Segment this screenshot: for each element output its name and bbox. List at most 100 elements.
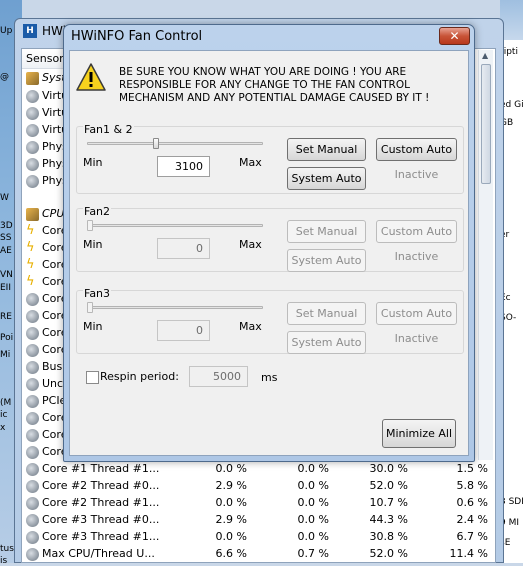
scrollbar-thumb[interactable] xyxy=(481,64,491,184)
lightning-icon: ϟ xyxy=(26,223,35,238)
sensor-icon xyxy=(26,293,39,306)
sensor-icon xyxy=(26,514,39,527)
sensor-value: 0.0 % xyxy=(297,479,329,492)
sensor-value: 6.6 % xyxy=(215,547,247,560)
sensor-value: 6.7 % xyxy=(456,530,488,543)
sensor-value: 0.0 % xyxy=(215,462,247,475)
slider-min-label: Min xyxy=(83,320,103,333)
close-button[interactable]: ✕ xyxy=(439,27,470,45)
sensor-value: 0.0 % xyxy=(297,462,329,475)
sensor-icon xyxy=(26,446,39,459)
slider-min-label: Min xyxy=(83,238,103,251)
sensor-value: 0.0 % xyxy=(215,530,247,543)
set-manual-button[interactable]: Set Manual xyxy=(287,138,366,161)
sensor-value: 11.4 % xyxy=(449,547,488,560)
sensor-row[interactable]: Core #3 Thread #0... 2.9 % 0.0 % 44.3 % 2.4 … xyxy=(22,512,492,529)
fan-slider-track[interactable] xyxy=(87,142,263,145)
sensor-value: 2.9 % xyxy=(215,479,247,492)
respin-checkbox[interactable] xyxy=(86,371,99,384)
sensor-value: 0.7 % xyxy=(297,547,329,560)
fan-slider-thumb[interactable] xyxy=(153,138,159,149)
slider-max-label: Max xyxy=(239,156,262,169)
sensor-row[interactable]: Core #2 Thread #0... 2.9 % 0.0 % 52.0 % 5.8 … xyxy=(22,478,492,495)
sensor-value: 0.0 % xyxy=(297,513,329,526)
sensor-name: Core #3 Thread #1... xyxy=(42,530,160,543)
sensor-row[interactable]: Max CPU/Thread U... 6.6 % 0.7 % 52.0 % 11.4 … xyxy=(22,546,492,563)
sensor-value: 0.0 % xyxy=(215,496,247,509)
sensor-name: Core #3 Thread #0... xyxy=(42,513,160,526)
fan-status-label: Inactive xyxy=(394,168,439,181)
sensor-icon xyxy=(26,412,39,425)
slider-max-label: Max xyxy=(239,238,262,251)
sensor-value: 5.8 % xyxy=(456,479,488,492)
sensor-icon xyxy=(26,531,39,544)
minimize-all-button[interactable]: Minimize All xyxy=(382,419,456,448)
cpu-chip-icon xyxy=(26,72,39,85)
sensor-value: 0.0 % xyxy=(297,496,329,509)
set-manual-button: Set Manual xyxy=(287,302,366,325)
warning-icon xyxy=(76,63,106,91)
fan-group-label: Fan3 xyxy=(83,287,112,300)
system-auto-button: System Auto xyxy=(287,331,366,354)
sensor-name: Max CPU/Thread U... xyxy=(42,547,155,560)
fan-speed-input: 0 xyxy=(157,238,210,259)
sensor-row[interactable]: Core #3 Thread #1... 0.0 % 0.0 % 30.8 % 6.7 … xyxy=(22,529,492,546)
sensor-icon xyxy=(26,310,39,323)
sensor-name: Core #2 Thread #0... xyxy=(42,479,160,492)
fan-slider-thumb xyxy=(87,220,93,231)
sensor-value: 1.5 % xyxy=(456,462,488,475)
fan-speed-input[interactable]: 3100 xyxy=(157,156,210,177)
close-icon: ✕ xyxy=(449,29,460,43)
system-auto-button[interactable]: System Auto xyxy=(287,167,366,190)
sensor-icon xyxy=(26,90,39,103)
fan-group-label: Fan1 & 2 xyxy=(83,123,134,136)
lightning-icon: ϟ xyxy=(26,274,35,289)
sensor-name: CPU xyxy=(42,207,65,220)
sensor-icon xyxy=(26,107,39,120)
custom-auto-button: Custom Auto xyxy=(376,220,457,243)
sensor-icon xyxy=(26,429,39,442)
fan-slider-track xyxy=(87,306,263,309)
sensor-icon xyxy=(26,344,39,357)
sensor-value: 44.3 % xyxy=(369,513,408,526)
sensor-row[interactable]: Core #1 Thread #1... 0.0 % 0.0 % 30.0 % 1.5 … xyxy=(22,461,492,478)
slider-max-label: Max xyxy=(239,320,262,333)
set-manual-button: Set Manual xyxy=(287,220,366,243)
sensor-value: 2.9 % xyxy=(215,513,247,526)
lightning-icon: ϟ xyxy=(26,257,35,272)
sensor-value: 10.7 % xyxy=(369,496,408,509)
sensor-icon xyxy=(26,497,39,510)
respin-period-input[interactable]: 5000 xyxy=(189,366,248,387)
fan-status-label: Inactive xyxy=(394,250,439,263)
sensor-value: 52.0 % xyxy=(369,547,408,560)
sensor-icon xyxy=(26,158,39,171)
fan-speed-input: 0 xyxy=(157,320,210,341)
sensor-value: 2.4 % xyxy=(456,513,488,526)
fan-status-label: Inactive xyxy=(394,332,439,345)
sensor-name: Core #1 Thread #1... xyxy=(42,462,160,475)
sensor-icon xyxy=(26,175,39,188)
fan-slider-thumb xyxy=(87,302,93,313)
sensor-icon xyxy=(26,378,39,391)
lightning-icon: ϟ xyxy=(26,240,35,255)
sensor-value: 52.0 % xyxy=(369,479,408,492)
system-auto-button: System Auto xyxy=(287,249,366,272)
custom-auto-button[interactable]: Custom Auto xyxy=(376,138,457,161)
cpu-chip-icon xyxy=(26,208,39,221)
scroll-up-arrow-icon[interactable]: ▲ xyxy=(482,51,488,60)
sensor-name: Syst xyxy=(42,71,66,84)
background-scrollbar[interactable]: ▲ xyxy=(478,50,493,460)
sensor-icon xyxy=(26,463,39,476)
fan-group-label: Fan2 xyxy=(83,205,112,218)
sensor-name: Core #2 Thread #1... xyxy=(42,496,160,509)
dialog-title: HWiNFO Fan Control xyxy=(71,29,203,44)
sensor-value: 30.8 % xyxy=(369,530,408,543)
fan-slider-track xyxy=(87,224,263,227)
respin-unit: ms xyxy=(261,371,278,384)
sensor-icon xyxy=(26,395,39,408)
custom-auto-button: Custom Auto xyxy=(376,302,457,325)
sensor-row[interactable]: Core #2 Thread #1... 0.0 % 0.0 % 10.7 % 0.6 … xyxy=(22,495,492,512)
sensor-icon xyxy=(26,327,39,340)
sensor-icon xyxy=(26,548,39,561)
slider-min-label: Min xyxy=(83,156,103,169)
